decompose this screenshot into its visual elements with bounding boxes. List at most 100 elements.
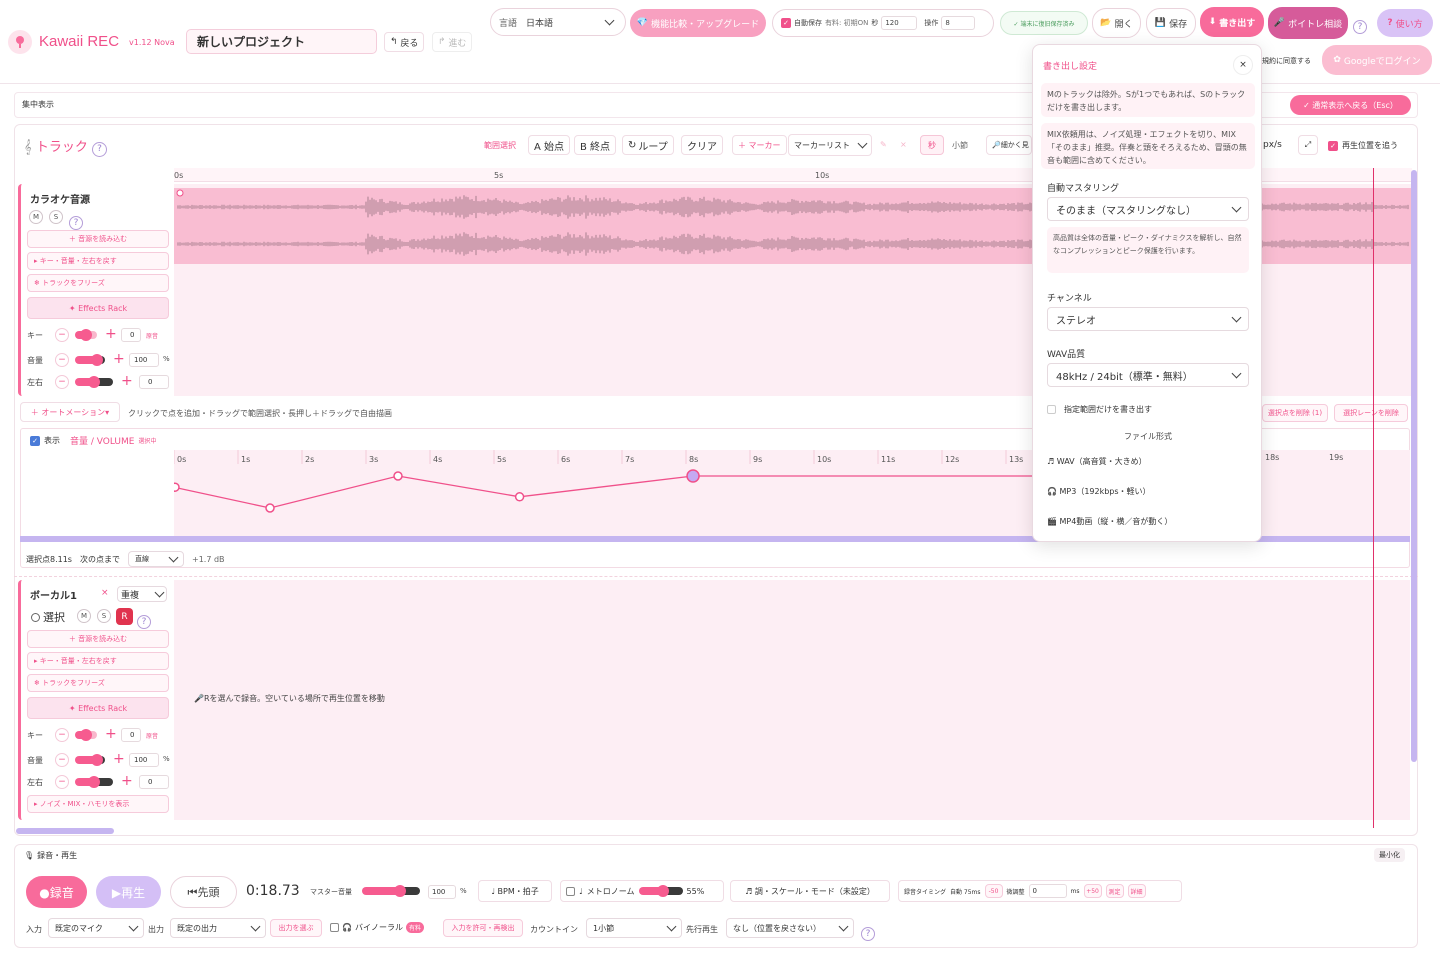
track2-vol-input[interactable]: 100 xyxy=(129,753,159,767)
automation-point[interactable] xyxy=(174,482,180,492)
range-only-toggle[interactable]: 指定範囲だけを書き出す xyxy=(1047,404,1152,415)
curve-select[interactable]: 直線 xyxy=(127,551,184,567)
playhead[interactable] xyxy=(1373,168,1374,828)
redo-button[interactable]: ↱ 進む xyxy=(432,32,473,52)
google-login-button[interactable]: ✿ Googleでログイン xyxy=(1322,45,1432,75)
export-wav-option[interactable]: ♬ WAV（高音質・大きめ） xyxy=(1047,456,1147,467)
help-question-icon[interactable]: ? xyxy=(1353,14,1367,34)
save-button[interactable]: 💾 保存 xyxy=(1146,8,1196,38)
mastering-select[interactable]: そのまま（マスタリングなし） xyxy=(1047,197,1249,221)
track2-key-plus[interactable]: + xyxy=(105,727,117,741)
track2-key-minus[interactable]: − xyxy=(55,728,69,742)
add-marker-button[interactable]: ＋ マーカー xyxy=(732,135,787,155)
output-device-select[interactable]: 既定の出力 xyxy=(170,918,266,938)
range-only-checkbox[interactable] xyxy=(1047,405,1056,414)
automation-show-checkbox[interactable]: ✓ xyxy=(30,435,40,446)
binaural-checkbox[interactable] xyxy=(330,923,339,932)
track2-mute-button[interactable]: M xyxy=(77,609,91,623)
automation-graph[interactable]: 0s 1s 2s 3s 4s 5s 6s 7s 8s 9s 10s 11s 12s 13s xyxy=(174,450,1032,540)
automation-point[interactable] xyxy=(265,503,275,513)
track2-load-audio-button[interactable]: ＋ 音源を読み込む xyxy=(27,630,169,648)
track1-help-icon[interactable]: ? xyxy=(69,210,83,230)
clear-button[interactable]: クリア xyxy=(681,135,723,155)
master-volume-slider[interactable] xyxy=(362,885,420,897)
automation-point[interactable] xyxy=(686,469,700,483)
upgrade-button[interactable]: 💎 機能比較・アップグレード xyxy=(630,9,766,37)
track1-key-plus[interactable]: + xyxy=(105,327,117,341)
track1-vol-minus[interactable]: − xyxy=(55,353,69,367)
automation-add-button[interactable]: ＋ オートメーション▾ xyxy=(20,402,120,422)
follow-playhead-toggle[interactable]: ✓ 再生位置を追う xyxy=(1328,140,1398,151)
track1-vol-input[interactable]: 100 xyxy=(129,353,159,367)
minimize-button[interactable]: 最小化 xyxy=(1374,848,1405,862)
track2-vol-slider[interactable] xyxy=(75,754,105,766)
vertical-scrollbar[interactable] xyxy=(1411,170,1417,762)
track1-pan-slider[interactable] xyxy=(75,376,113,388)
choose-output-button[interactable]: 出力を選ぶ xyxy=(270,919,322,937)
follow-checkbox[interactable]: ✓ xyxy=(1328,140,1338,151)
track1-reset-kvp-button[interactable]: ▸ キー・音量・左右を戻す xyxy=(27,252,169,270)
channel-select[interactable]: ステレオ xyxy=(1047,307,1249,331)
track1-freeze-button[interactable]: ❄ トラックをフリーズ xyxy=(27,274,169,292)
preroll-select[interactable]: なし（位置を戻さない） xyxy=(726,918,854,938)
zoom-detail-button[interactable]: 🔎 細かく見 xyxy=(986,135,1032,155)
delete-selected-lane-button[interactable]: 選択レーンを削除 xyxy=(1334,404,1408,422)
track1-effects-rack-button[interactable]: ✦ Effects Rack xyxy=(27,297,169,319)
track2-vol-plus[interactable]: + xyxy=(113,752,125,766)
track1-mute-button[interactable]: M xyxy=(29,210,43,224)
tracks-help-icon[interactable]: ? xyxy=(91,141,107,157)
track2-pan-plus[interactable]: + xyxy=(121,774,133,788)
close-icon[interactable]: × xyxy=(1233,55,1253,75)
track1-pan-plus[interactable]: + xyxy=(121,374,133,388)
track1-key-input[interactable]: 0 xyxy=(121,328,141,342)
b-end-button[interactable]: B 終点 xyxy=(574,135,617,155)
horizontal-scrollbar[interactable] xyxy=(16,828,114,834)
track2-freeze-button[interactable]: ❄ トラックをフリーズ xyxy=(27,674,169,692)
track2-key-slider[interactable] xyxy=(75,729,97,741)
track2-delete-icon[interactable]: × xyxy=(101,588,109,598)
allow-input-button[interactable]: 入力を許可・再検出 xyxy=(443,919,523,937)
unit-bars-button[interactable]: 小節 xyxy=(946,135,974,155)
expand-icon[interactable]: ⤢ xyxy=(1298,135,1318,155)
autosave-ops-input[interactable]: 8 xyxy=(941,16,976,30)
bpm-button[interactable]: ♩ BPM・拍子 xyxy=(478,880,552,902)
track2-select-radio[interactable]: 選択 xyxy=(31,609,65,625)
track2-pan-slider[interactable] xyxy=(75,776,113,788)
key-scale-button[interactable]: ♬ 調・スケール・モード（未設定） xyxy=(730,880,890,902)
go-to-start-button[interactable]: ⏮先頭 xyxy=(170,876,237,908)
unit-seconds-button[interactable]: 秒 xyxy=(920,135,944,155)
track2-vol-minus[interactable]: − xyxy=(55,753,69,767)
marker-edit-icon[interactable]: ✎ xyxy=(880,140,887,149)
export-mp4-option[interactable]: 🎬 MP4動画（縦・横／音が動く） xyxy=(1047,516,1172,527)
autosave-sec-input[interactable]: 120 xyxy=(881,16,918,30)
how-to-button[interactable]: ? 使い方 xyxy=(1377,9,1433,37)
open-button[interactable]: 📂 開く xyxy=(1092,8,1141,38)
automation-point[interactable] xyxy=(393,471,403,481)
track2-pan-minus[interactable]: − xyxy=(55,775,69,789)
track2-effects-rack-button[interactable]: ✦ Effects Rack xyxy=(27,697,169,719)
play-button[interactable]: ▶再生 xyxy=(96,876,161,908)
wav-quality-select[interactable]: 48kHz / 24bit（標準・無料） xyxy=(1047,363,1249,387)
project-name-input[interactable]: 新しいプロジェクト xyxy=(186,29,377,54)
rec-timing-detail[interactable]: 詳細 xyxy=(1127,884,1146,898)
track2-key-input[interactable]: 0 xyxy=(121,728,141,742)
track1-solo-button[interactable]: S xyxy=(49,210,63,224)
input-device-select[interactable]: 既定のマイク xyxy=(48,918,144,938)
track2-show-more-button[interactable]: ▸ ノイズ・MIX・ハモリを表示 xyxy=(27,795,169,813)
loop-button[interactable]: ↻ ループ xyxy=(622,135,674,155)
countin-select[interactable]: 1小節 xyxy=(586,918,682,938)
binaural-toggle[interactable]: 🎧 バイノーラル 有料 xyxy=(330,922,424,933)
delete-selected-point-button[interactable]: 選択点を削除 (1) xyxy=(1262,404,1328,422)
export-mp3-option[interactable]: 🎧 MP3（192kbps・軽い） xyxy=(1047,486,1151,497)
track2-solo-button[interactable]: S xyxy=(97,609,111,623)
track2-dup-select[interactable]: 重複 xyxy=(117,586,167,602)
metronome-volume-slider[interactable] xyxy=(638,885,683,897)
track1-vol-slider[interactable] xyxy=(75,354,105,366)
terms-link[interactable]: 規約に同意する xyxy=(1262,56,1311,66)
rec-timing-minus50[interactable]: -50 xyxy=(984,884,1003,898)
track1-key-minus[interactable]: − xyxy=(55,328,69,342)
track2-help-icon[interactable]: ? xyxy=(137,609,151,629)
track2-record-arm-button[interactable]: R xyxy=(116,608,133,625)
rec-timing-fine-input[interactable]: 0 xyxy=(1028,884,1067,898)
record-button[interactable]: ●録音 xyxy=(26,876,87,908)
